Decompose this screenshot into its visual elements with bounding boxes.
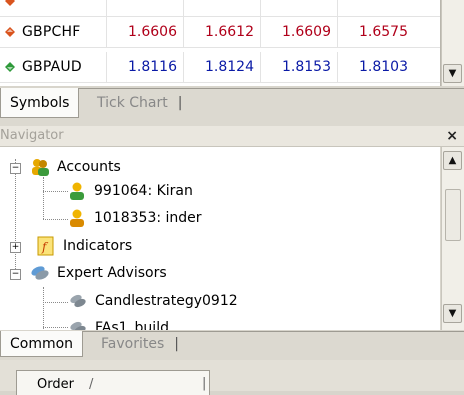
tree-item-accounts[interactable]: Accounts xyxy=(30,156,121,178)
scroll-up-button[interactable]: ▲ xyxy=(443,151,462,170)
tab-separator: | xyxy=(177,95,183,111)
tab-label: Symbols xyxy=(10,94,70,111)
tab-label: Tick Chart xyxy=(97,95,168,111)
chevron-up-icon: ▲ xyxy=(448,155,457,166)
tree-line xyxy=(43,327,68,328)
ask-cell: 1.8124 xyxy=(183,52,260,82)
market-watch-table: GBPCHF 1.6606 1.6612 1.6609 1.6575 GBPAU… xyxy=(0,0,441,86)
tab-label: Common xyxy=(10,335,74,352)
tree-line xyxy=(15,159,16,277)
table-row[interactable]: GBPCHF 1.6606 1.6612 1.6609 1.6575 xyxy=(0,17,440,48)
tree-item-account[interactable]: 1018353: inder xyxy=(67,207,202,229)
high-cell: 1.6609 xyxy=(260,17,337,47)
chevron-down-icon: ▼ xyxy=(448,308,457,319)
navigator-tree: − Accounts 991064: Kiran 1018353: inder … xyxy=(0,147,440,330)
tab-symbols[interactable]: Symbols xyxy=(0,88,80,118)
up-arrow-icon xyxy=(5,62,15,72)
order-label: Order xyxy=(37,377,74,392)
market-watch-scrollbar[interactable]: ▼ xyxy=(441,0,464,86)
tree-label: Indicators xyxy=(63,238,133,254)
navigator-tabs: Common Favorites | xyxy=(0,331,464,361)
close-icon[interactable]: × xyxy=(446,128,458,144)
symbol-name: GBPCHF xyxy=(22,24,81,40)
navigator-scrollbar[interactable]: ▲ ▼ xyxy=(441,147,464,330)
indicators-icon: f xyxy=(37,236,54,256)
tree-line xyxy=(43,302,68,303)
navigator-header: Navigator × xyxy=(0,126,464,147)
column-separator: | xyxy=(202,376,207,391)
bid-cell: 1.8116 xyxy=(106,52,183,82)
tree-item-expert-advisors[interactable]: Expert Advisors xyxy=(30,262,167,284)
tree-label: Accounts xyxy=(57,159,121,175)
tab-tick-chart[interactable]: Tick Chart | xyxy=(88,88,191,118)
order-column-header[interactable]: Order / | xyxy=(16,370,210,395)
expert-advisors-icon xyxy=(31,266,49,280)
tree-label: Candlestrategy0912 xyxy=(95,293,238,309)
table-row[interactable]: GBPAUD 1.8116 1.8124 1.8153 1.8103 xyxy=(0,52,440,83)
scroll-down-button[interactable]: ▼ xyxy=(443,64,462,83)
scroll-down-button[interactable]: ▼ xyxy=(443,304,462,323)
tab-label: Favorites xyxy=(101,336,165,352)
tree-line xyxy=(43,177,44,219)
navigator-title: Navigator xyxy=(0,128,64,143)
tab-separator: | xyxy=(174,336,179,352)
table-row[interactable] xyxy=(0,0,440,17)
high-cell: 1.8153 xyxy=(260,52,337,82)
symbol-name: GBPAUD xyxy=(22,59,82,75)
tree-item-expert-advisor[interactable]: FAs1_build xyxy=(68,317,169,330)
expert-advisor-icon xyxy=(70,321,86,330)
tab-common[interactable]: Common xyxy=(0,331,84,357)
user-icon xyxy=(70,209,84,227)
expand-toggle[interactable]: + xyxy=(10,242,21,253)
tree-line xyxy=(43,219,68,220)
tree-label: 991064: Kiran xyxy=(94,183,193,199)
user-icon xyxy=(70,182,84,200)
tree-item-expert-advisor[interactable]: Candlestrategy0912 xyxy=(68,290,238,312)
low-cell: 1.8103 xyxy=(337,52,414,82)
terminal-panel: Order / | xyxy=(0,360,464,395)
sort-arrow-icon: / xyxy=(89,377,94,392)
tree-line xyxy=(43,191,68,192)
tree-label: FAs1_build xyxy=(95,320,169,330)
market-watch-tabs: Symbols Tick Chart | xyxy=(0,88,464,127)
collapse-toggle[interactable]: − xyxy=(10,163,21,174)
expert-advisor-icon xyxy=(70,294,86,308)
bid-cell: 1.6606 xyxy=(106,17,183,47)
collapse-toggle[interactable]: − xyxy=(10,269,21,280)
symbol-cell[interactable]: GBPCHF xyxy=(0,17,106,47)
tree-item-account[interactable]: 991064: Kiran xyxy=(67,180,193,202)
symbol-cell[interactable]: GBPAUD xyxy=(0,52,106,82)
tree-item-indicators[interactable]: f Indicators xyxy=(36,235,132,257)
chevron-down-icon: ▼ xyxy=(448,68,457,79)
ask-cell: 1.6612 xyxy=(183,17,260,47)
tree-line xyxy=(43,287,44,329)
accounts-icon xyxy=(32,159,49,176)
down-arrow-icon xyxy=(5,27,15,37)
tab-favorites[interactable]: Favorites | xyxy=(92,331,188,357)
tree-label: Expert Advisors xyxy=(57,265,167,281)
tree-label: 1018353: inder xyxy=(94,210,202,226)
low-cell: 1.6575 xyxy=(337,17,414,47)
scroll-thumb[interactable] xyxy=(445,189,461,241)
